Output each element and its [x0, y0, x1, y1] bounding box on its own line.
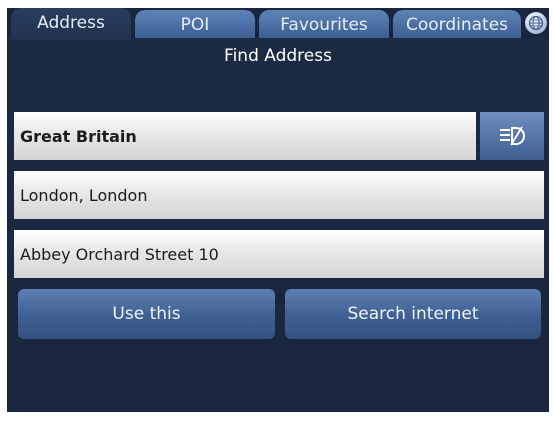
street-field[interactable]: Abbey Orchard Street 10 — [14, 230, 544, 278]
city-field[interactable]: London, London — [14, 171, 544, 219]
keyboard-icon — [500, 126, 525, 146]
page-title: Find Address — [224, 46, 332, 66]
find-address-screen: Address POI Favourites Coordinates Find … — [7, 8, 549, 412]
country-field[interactable]: Great Britain — [14, 112, 476, 160]
tab-address[interactable]: Address — [11, 8, 131, 40]
use-this-button[interactable]: Use this — [18, 289, 275, 339]
tab-coordinates[interactable]: Coordinates — [393, 10, 521, 38]
search-internet-button[interactable]: Search internet — [285, 289, 541, 339]
tab-favourites[interactable]: Favourites — [259, 10, 389, 38]
tab-bar: Address POI Favourites Coordinates — [7, 8, 549, 40]
globe-icon[interactable] — [525, 12, 547, 34]
tab-poi[interactable]: POI — [135, 10, 255, 38]
keyboard-button[interactable] — [480, 112, 544, 160]
